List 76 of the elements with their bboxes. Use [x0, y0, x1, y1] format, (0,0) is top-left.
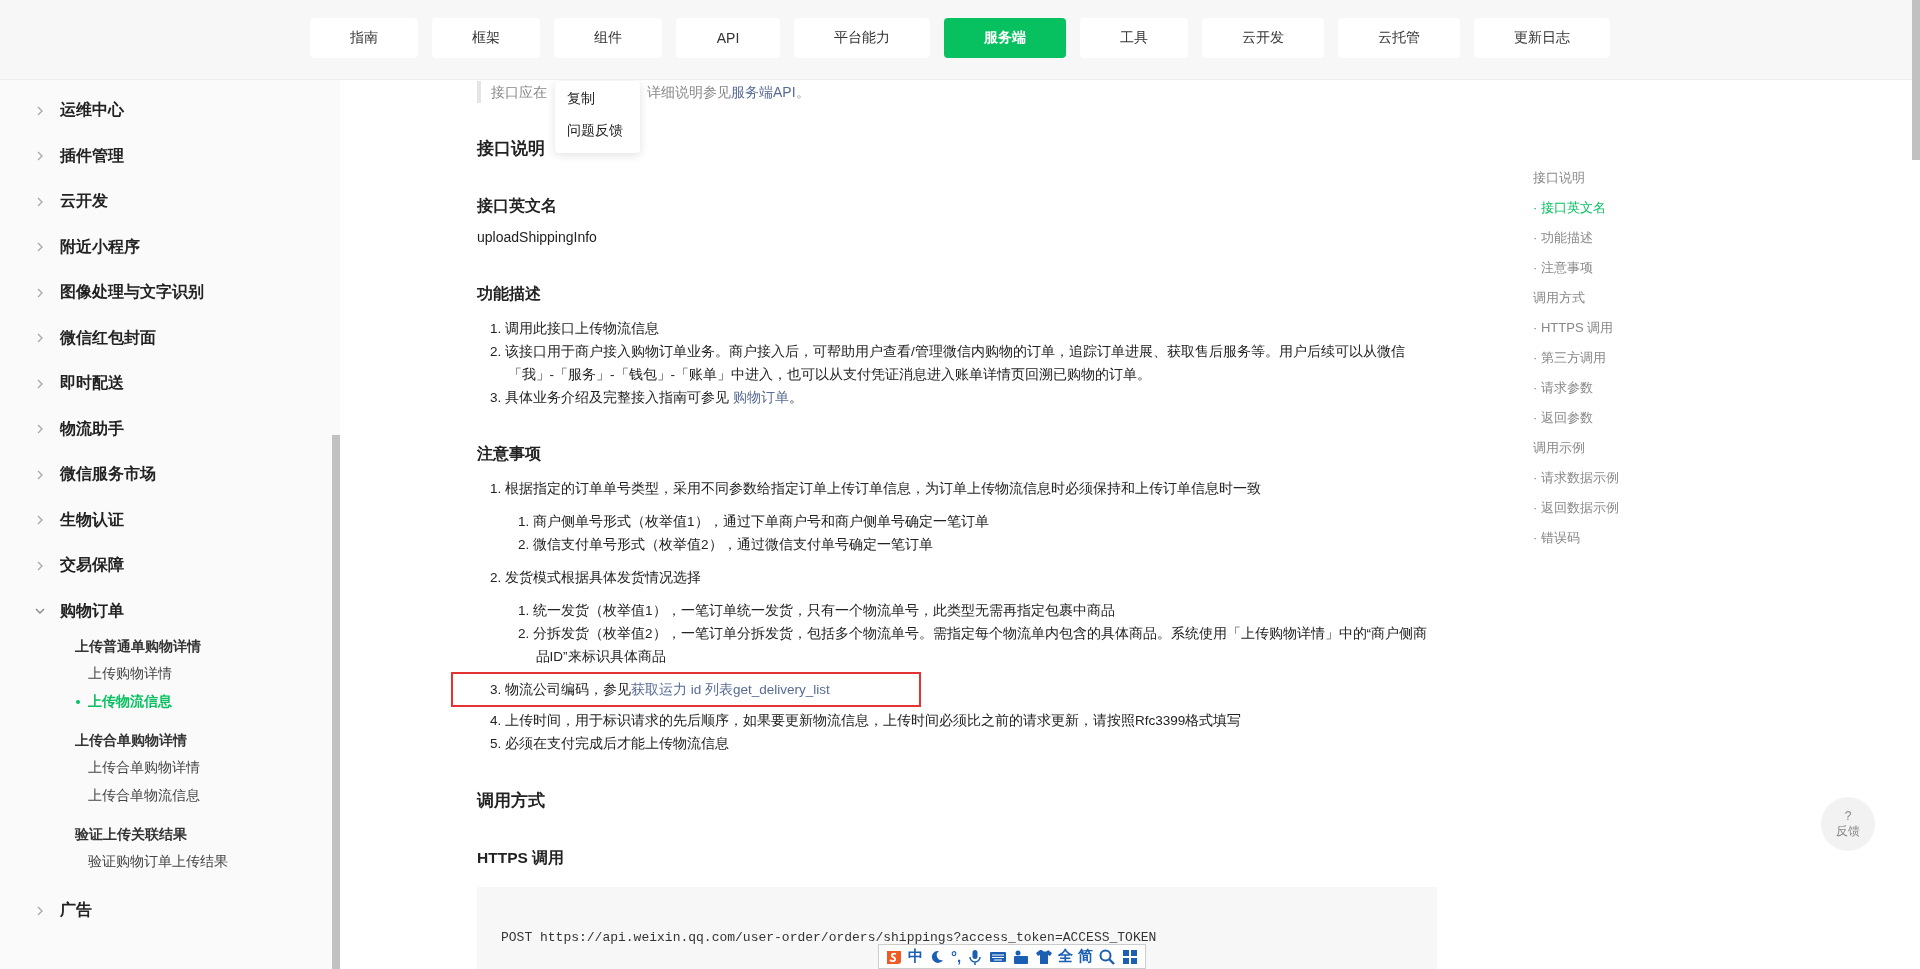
nav-tab[interactable]: 指南 [310, 18, 418, 58]
subsection-heading: HTTPS 调用 [477, 848, 566, 868]
toc-item[interactable]: 调用方式 [1533, 283, 1585, 313]
subsection-heading: 注意事项 [477, 444, 542, 464]
sidebar-item[interactable]: 云开发 [60, 191, 108, 213]
list-item-text: 4. 上传时间，用于标识请求的先后顺序，如果要更新物流信息，上传时间必须比之前的请求更新，请按照Rfc3399格式填写 [490, 712, 1243, 730]
menu-item[interactable]: 复制 [555, 83, 607, 115]
sidebar-subitem[interactable]: 上传合单购物详情 [75, 754, 206, 782]
sidebar-group-label: 验证上传关联结果 [75, 826, 188, 844]
sidebar-item[interactable]: 插件管理 [60, 145, 124, 167]
list-item-text: 3. 具体业务介绍及完整接入指南可参见 购物订单。 [490, 389, 804, 407]
nav-tab[interactable]: 组件 [554, 18, 662, 58]
sidebar-item[interactable]: 附近小程序 [60, 236, 140, 258]
menu-item[interactable]: 问题反馈 [555, 115, 635, 147]
list-item-text: 1. 统一发货（枚举值1），一笔订单统一发货，只有一个物流单号，此类型无需再指定包裹中商品 [518, 602, 1116, 620]
subsection-heading: 接口英文名 [477, 196, 558, 216]
list-item-text: 2. 发货模式根据具体发货情况选择 [490, 569, 702, 587]
quote-text: 详细说明参见服务端API。 [647, 83, 810, 102]
input-mode-button[interactable]: 全 [1058, 947, 1074, 966]
section-heading: 调用方式 [477, 790, 546, 812]
nav-tab[interactable]: 平台能力 [794, 18, 930, 58]
quote-text: 接口应在 [491, 83, 547, 102]
sidebar-group-label: 上传合单购物详情 [75, 732, 188, 750]
input-mode-button[interactable]: 简 [1078, 947, 1094, 966]
sidebar-item[interactable]: 即时配送 [60, 373, 124, 395]
toc-item[interactable]: · 请求参数 [1533, 373, 1593, 403]
sidebar-item[interactable]: 图像处理与文字识别 [60, 282, 204, 304]
scrollbar-thumb[interactable] [332, 435, 340, 969]
toc-item[interactable]: · 第三方调用 [1533, 343, 1606, 373]
link[interactable]: 购物订单 [732, 390, 789, 405]
list-item-text: 2. 该接口用于商户接入购物订单业务。商户接入后，可帮助用户查看/管理微信内购物的订单，追踪订单进展、获取售后服务等。用户后续可以从微信「我」-「服务」-「钱包」-「账单」中进入，也可以从支付凭证消息进入账单详情页回溯已购物的订单。 [490, 343, 1406, 384]
sidebar-subitem[interactable]: 上传购物详情 [75, 660, 178, 688]
sidebar-item[interactable]: 生物认证 [60, 509, 124, 531]
sidebar-group-label: 上传普通单购物详情 [75, 637, 202, 656]
shirt-icon[interactable] [1035, 947, 1054, 966]
list-item-text: 2. 微信支付单号形式（枚举值2），通过微信支付单号确定一笔订单 [518, 536, 934, 554]
toc-item[interactable]: 调用示例 [1533, 433, 1585, 463]
sidebar-item[interactable]: 交易保障 [60, 555, 124, 577]
subsection-heading: 功能描述 [477, 284, 542, 304]
sidebar-subitem[interactable]: 上传合单物流信息 [75, 782, 206, 810]
toc-item[interactable]: 接口说明 [1533, 163, 1585, 193]
sidebar-item[interactable]: 广告 [60, 900, 92, 922]
nav-tab[interactable]: 工具 [1080, 18, 1188, 58]
toc-item[interactable]: · 请求数据示例 [1533, 463, 1619, 493]
nav-tab[interactable]: 云开发 [1202, 18, 1324, 58]
toc-item[interactable]: · HTTPS 调用 [1533, 313, 1614, 343]
grid-icon[interactable] [1121, 947, 1140, 966]
link[interactable]: 服务端API [731, 84, 796, 100]
list-item-text: 2. 分拆发货（枚举值2），一笔订单分拆发货，包括多个物流单号。需指定每个物流单内包含的具体商品。系统使用「上传购物详情」中的“商户侧商品ID”来标识具体商品 [518, 625, 1428, 666]
sidebar-item[interactable]: 微信红包封面 [60, 327, 156, 349]
nav-tab[interactable]: 云托管 [1338, 18, 1460, 58]
input-mode-button[interactable]: 中 [908, 947, 923, 966]
nav-tab[interactable]: 框架 [432, 18, 540, 58]
sidebar-item[interactable]: 物流助手 [60, 418, 124, 440]
section-heading: 接口说明 [477, 138, 546, 160]
list-item-text: 1. 根据指定的订单单号类型，采用不同参数给指定订单上传订单信息，为订单上传物流信息时必须保持和上传订单信息时一致 [490, 480, 1262, 498]
list-item-text: 3. 物流公司编码，参见获取运力 id 列表get_delivery_list [490, 681, 831, 699]
sidebar-item[interactable]: 购物订单 [60, 600, 124, 622]
toc-item[interactable]: · 返回数据示例 [1533, 493, 1619, 523]
list-item-text: 5. 必须在支付完成后才能上传物流信息 [490, 735, 730, 753]
nav-tab[interactable]: API [676, 18, 780, 58]
sidebar-subitem[interactable]: 验证购物订单上传结果 [75, 848, 234, 876]
list-item-text: 1. 商户侧单号形式（枚举值1），通过下单商户号和商户侧单号确定一笔订单 [518, 513, 990, 531]
sidebar-item[interactable]: 运维中心 [60, 100, 124, 122]
toc-item[interactable]: · 注意事项 [1533, 253, 1593, 283]
toc-item[interactable]: · 功能描述 [1533, 223, 1593, 253]
input-mode-button[interactable]: °, [951, 948, 962, 965]
list-item-text: 1. 调用此接口上传物流信息 [490, 320, 660, 338]
toc-item[interactable]: · 返回参数 [1533, 403, 1593, 433]
paragraph: uploadShippingInfo [477, 228, 598, 247]
sidebar-item[interactable]: 微信服务市场 [60, 464, 156, 486]
scrollbar-thumb[interactable] [1912, 0, 1920, 160]
link[interactable]: 获取运力 id 列表get_delivery_list [631, 682, 830, 697]
search-icon[interactable] [1098, 947, 1117, 966]
toc-item[interactable]: · 错误码 [1533, 523, 1580, 553]
nav-tab[interactable]: 更新日志 [1474, 18, 1610, 58]
